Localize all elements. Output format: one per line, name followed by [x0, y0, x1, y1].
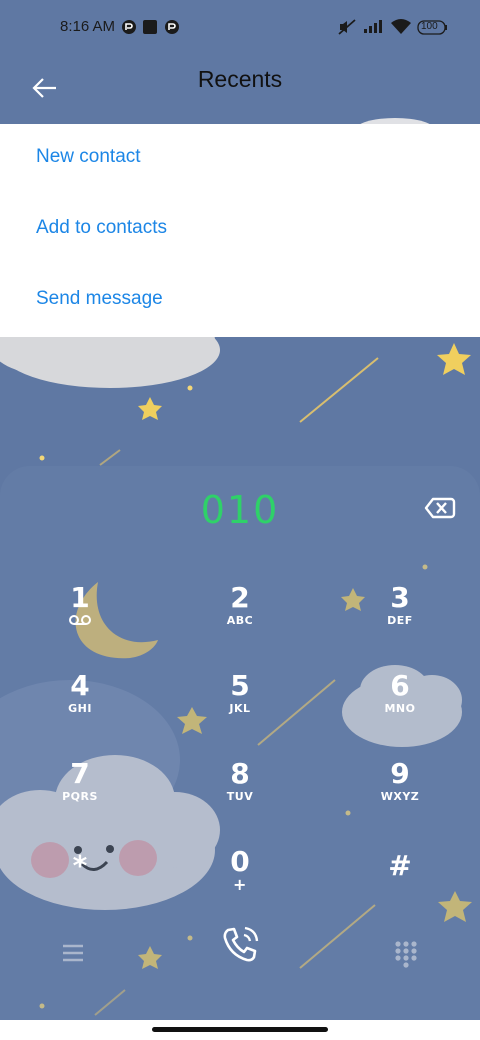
- key-hash[interactable]: #: [345, 850, 455, 924]
- key-digit: 1: [70, 581, 90, 614]
- battery-level: 100: [421, 21, 438, 32]
- voicemail-icon: [69, 615, 91, 625]
- key-digit: *: [72, 849, 88, 882]
- key-star[interactable]: *: [25, 850, 135, 924]
- wifi-icon: [390, 17, 412, 39]
- key-2[interactable]: 2 ABC: [185, 582, 295, 656]
- menu-item-label: Send message: [36, 288, 163, 309]
- key-8[interactable]: 8 TUV: [185, 758, 295, 832]
- key-digit: 5: [230, 669, 250, 702]
- page-title: Recents: [197, 66, 283, 92]
- key-letters: GHI: [68, 702, 92, 715]
- key-letters: MNO: [384, 702, 416, 715]
- menu-item-label: New contact: [36, 146, 141, 167]
- key-5[interactable]: 5 JKL: [185, 670, 295, 744]
- phone-call-icon: [223, 926, 259, 962]
- key-digit: 7: [70, 757, 90, 790]
- backspace-button[interactable]: [424, 492, 456, 524]
- key-0[interactable]: 0 +: [185, 846, 295, 920]
- call-button[interactable]: [218, 922, 262, 966]
- key-9[interactable]: 9 WXYZ: [345, 758, 455, 832]
- notification-icon: [164, 19, 180, 39]
- menu-item-add-to-contacts[interactable]: Add to contacts: [0, 195, 480, 266]
- key-digit: 8: [230, 757, 250, 790]
- battery-icon: 100: [417, 20, 449, 40]
- backspace-icon: [424, 497, 456, 519]
- app-icon: [142, 19, 158, 39]
- key-digit: 3: [390, 581, 410, 614]
- status-time: 8:16 AM: [60, 18, 116, 35]
- key-1[interactable]: 1: [25, 582, 135, 656]
- home-indicator[interactable]: [152, 1027, 328, 1032]
- key-letters: ABC: [226, 614, 254, 627]
- keypad-toggle-button[interactable]: [394, 940, 418, 968]
- status-bar: 8:16 AM 100: [0, 0, 480, 56]
- key-digit: 6: [390, 669, 410, 702]
- dialed-number: 010: [200, 488, 280, 532]
- header: Recents: [0, 56, 480, 122]
- hamburger-icon: [63, 944, 83, 962]
- key-letters: PQRS: [62, 790, 98, 803]
- menu-item-label: Add to contacts: [36, 217, 167, 238]
- key-letters: +: [233, 875, 247, 894]
- menu-button[interactable]: [60, 942, 86, 964]
- key-6[interactable]: 6 MNO: [345, 670, 455, 744]
- key-digit: 2: [230, 581, 250, 614]
- navigation-bar: [0, 1020, 480, 1040]
- key-3[interactable]: 3 DEF: [345, 582, 455, 656]
- mute-icon: [337, 18, 357, 40]
- key-digit: 4: [70, 669, 90, 702]
- key-7[interactable]: 7 PQRS: [25, 758, 135, 832]
- key-letters: WXYZ: [380, 790, 420, 803]
- signal-icon: [363, 18, 385, 38]
- menu-item-new-contact[interactable]: New contact: [0, 124, 480, 195]
- key-letters: TUV: [226, 790, 254, 803]
- key-letters: JKL: [229, 702, 251, 715]
- notification-icon: [121, 19, 137, 39]
- key-digit: 0: [230, 845, 250, 878]
- dialpad-icon: [395, 941, 417, 968]
- key-letters: DEF: [387, 614, 413, 627]
- key-4[interactable]: 4 GHI: [25, 670, 135, 744]
- key-digit: #: [388, 849, 412, 882]
- context-menu: New contact Add to contacts Send message: [0, 124, 480, 337]
- menu-item-send-message[interactable]: Send message: [0, 266, 480, 337]
- key-digit: 9: [390, 757, 410, 790]
